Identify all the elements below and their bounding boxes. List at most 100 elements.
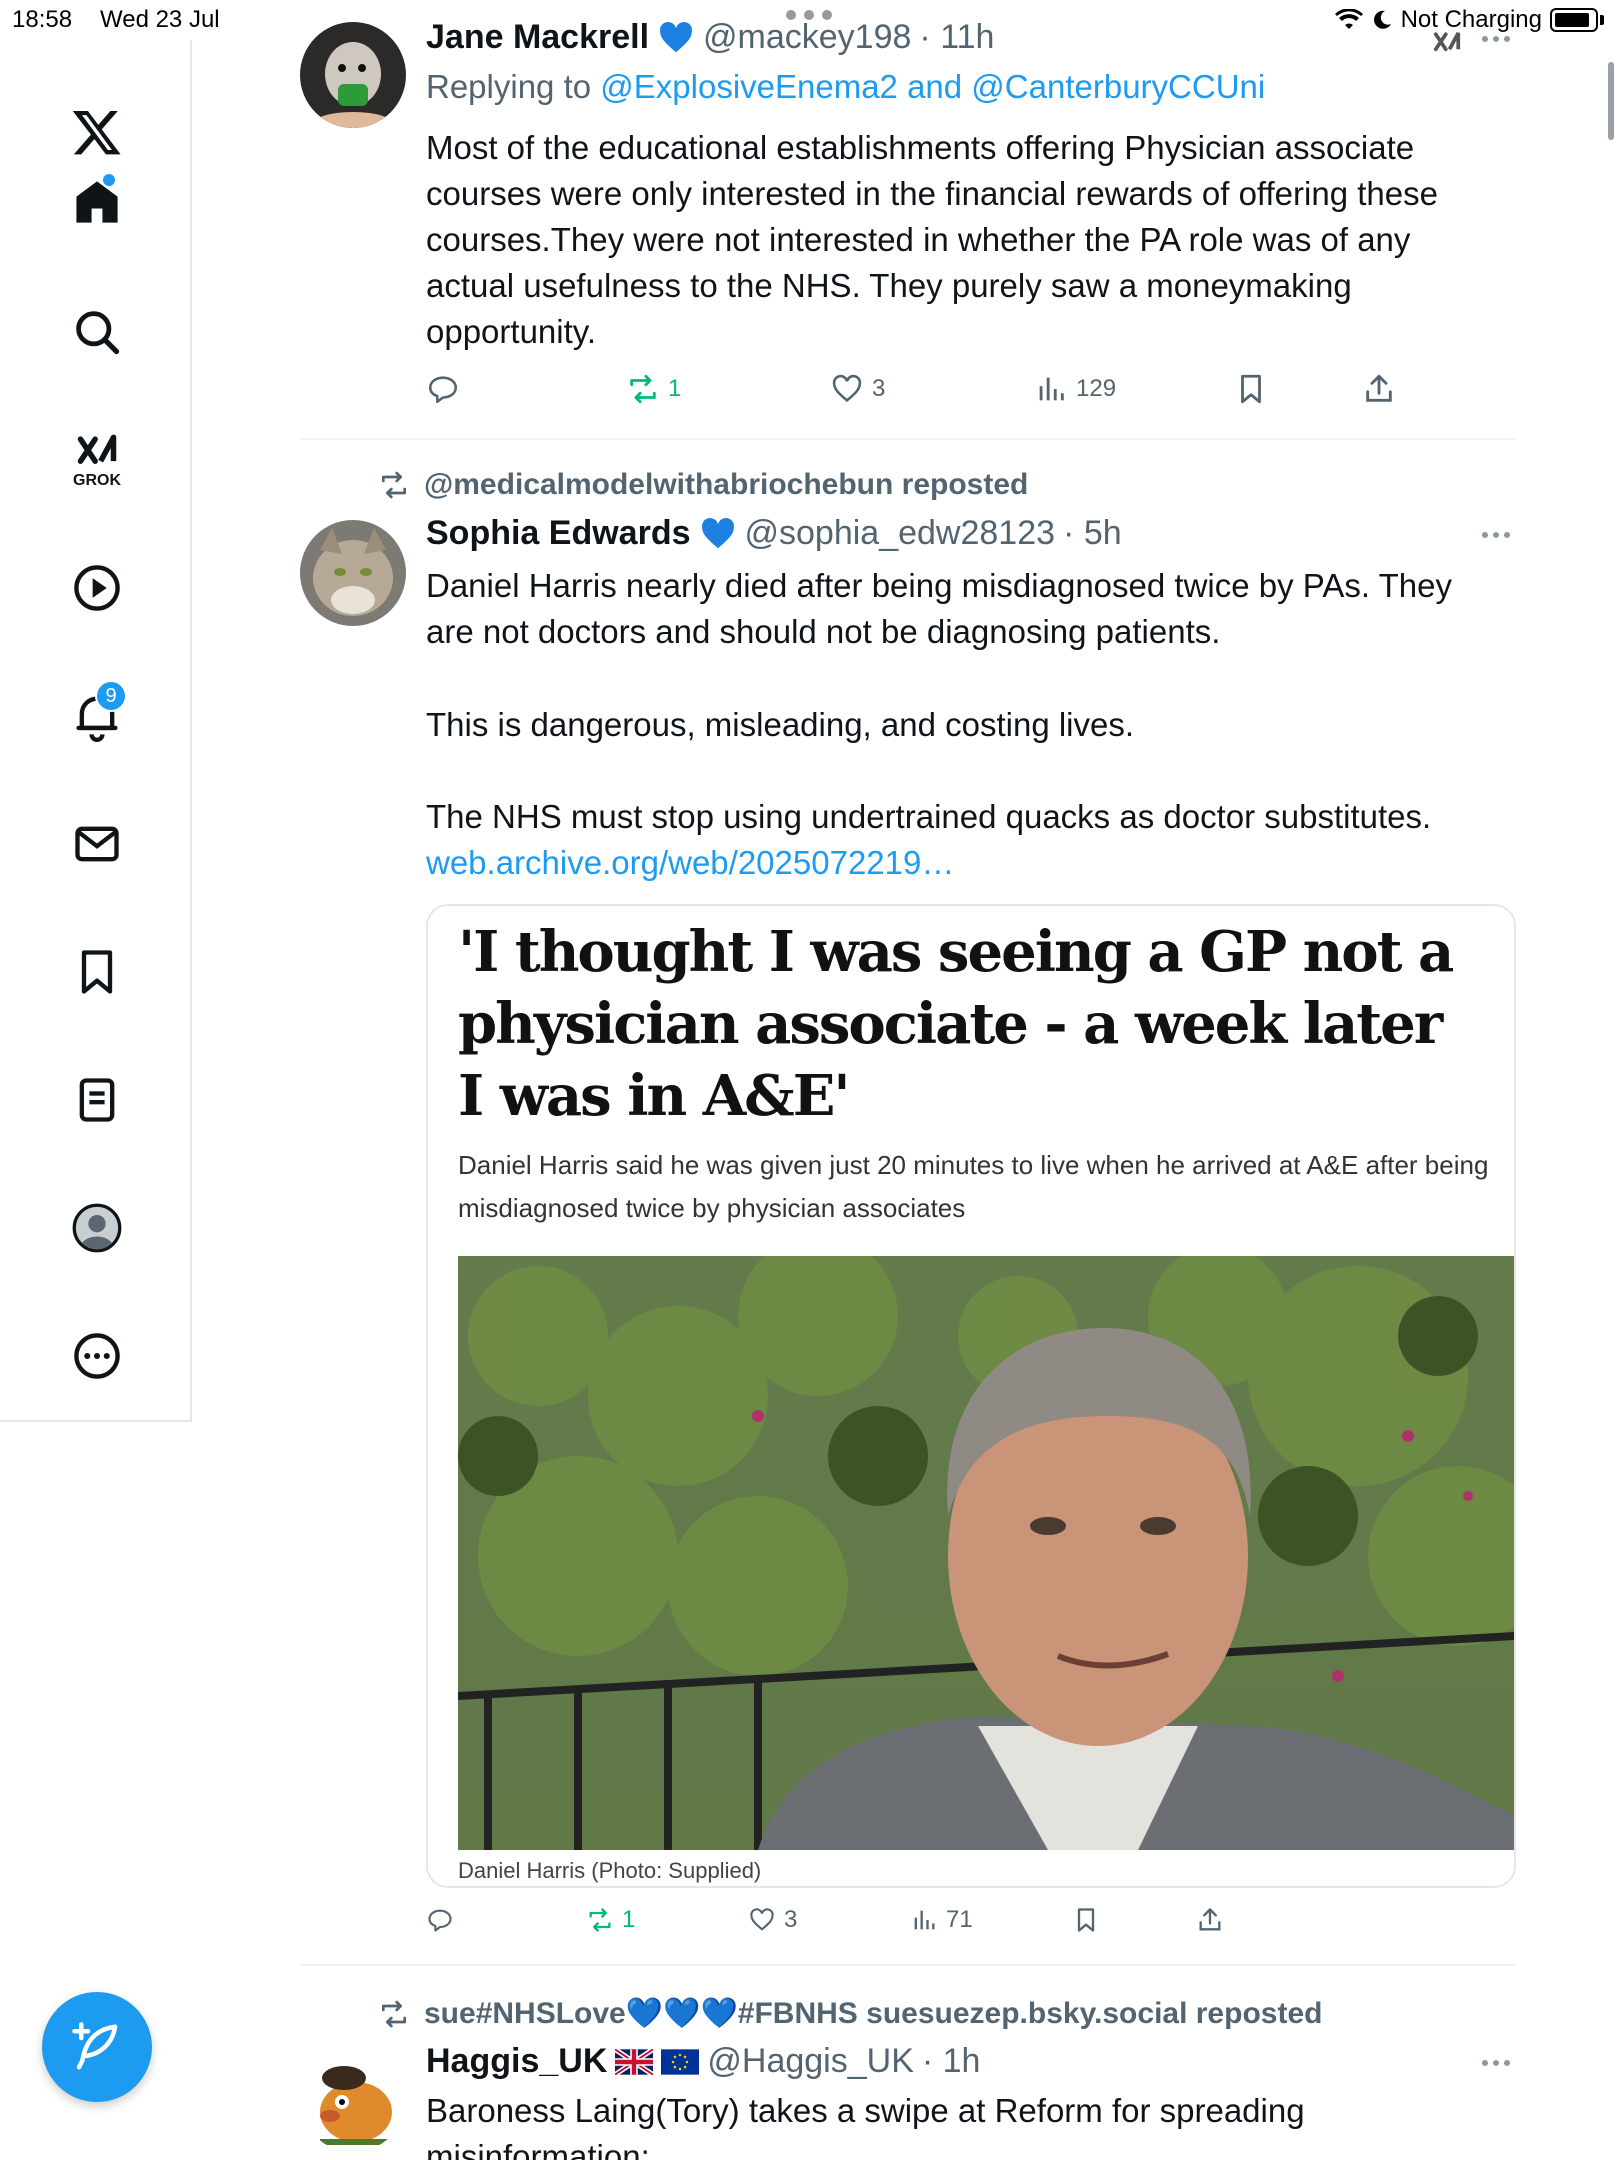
battery-icon bbox=[1550, 8, 1598, 32]
reply-icon bbox=[428, 376, 458, 404]
compose-post-button[interactable] bbox=[42, 1992, 152, 2102]
replying-to: Replying to @ExplosiveEnema2 and @Canter… bbox=[426, 68, 1265, 106]
sidebar-nav: GROK 9 bbox=[0, 40, 192, 1422]
like-button[interactable]: 3 bbox=[748, 1906, 797, 1934]
home-unread-dot bbox=[103, 174, 115, 186]
list-icon bbox=[79, 1078, 115, 1122]
article-link-text[interactable]: web.archive.org/web/2025072219… bbox=[426, 844, 954, 881]
repost-button[interactable]: 1 bbox=[586, 1906, 635, 1934]
author-handle[interactable]: @mackey198 bbox=[703, 18, 911, 57]
share-icon bbox=[1199, 1908, 1221, 1931]
wifi-icon bbox=[1334, 9, 1363, 29]
reply-button[interactable] bbox=[426, 1906, 454, 1934]
avatar-image bbox=[300, 2046, 406, 2152]
author-name[interactable]: Sophia Edwards bbox=[426, 514, 691, 553]
scrollbar[interactable] bbox=[1608, 62, 1614, 140]
repost-icon bbox=[589, 1908, 611, 1932]
notifications-badge: 9 bbox=[95, 680, 127, 712]
nav-profile[interactable] bbox=[55, 1186, 139, 1270]
status-right: Not Charging bbox=[1334, 6, 1604, 34]
reposted-by: sue#NHSLove💙💙💙#FBNHS suesuezep.bsky.soci… bbox=[424, 1997, 1323, 2030]
like-count: 3 bbox=[872, 375, 886, 402]
uk-flag-icon bbox=[615, 2048, 654, 2075]
nav-explore[interactable] bbox=[55, 290, 139, 374]
repost-small-icon bbox=[382, 471, 406, 499]
moon-icon bbox=[1373, 10, 1391, 29]
tweet-header: Haggis_UK @Haggis_UK · 1h bbox=[426, 2042, 980, 2081]
reply-mentions-link[interactable]: @ExplosiveEnema2 and @CanterburyCCUni bbox=[600, 68, 1265, 105]
bookmark-icon bbox=[81, 950, 113, 994]
bookmark-icon bbox=[1077, 1908, 1095, 1932]
avatar[interactable] bbox=[300, 22, 406, 128]
heart-emoji-icon bbox=[701, 517, 734, 548]
views-button[interactable]: 71 bbox=[910, 1906, 973, 1934]
repost-context[interactable]: sue#NHSLove💙💙💙#FBNHS suesuezep.bsky.soci… bbox=[378, 1996, 1322, 2031]
heart-emoji-icon bbox=[660, 21, 693, 52]
reply-icon bbox=[428, 1909, 452, 1932]
eu-flag-icon bbox=[661, 2048, 700, 2075]
status-time: 18:58 bbox=[12, 6, 73, 33]
tweet-text: This is dangerous, misleading, and costi… bbox=[426, 706, 1135, 743]
nav-bookmarks[interactable] bbox=[55, 930, 139, 1014]
views-chart-icon bbox=[1039, 377, 1064, 401]
grok-label: GROK bbox=[73, 472, 121, 489]
search-icon bbox=[76, 311, 120, 355]
repost-small-icon bbox=[382, 2000, 406, 2027]
more-options-icon[interactable] bbox=[1482, 532, 1510, 538]
nav-messages[interactable] bbox=[55, 802, 139, 886]
bookmark-button[interactable] bbox=[1072, 1906, 1100, 1934]
author-handle[interactable]: @Haggis_UK bbox=[707, 2042, 914, 2081]
tweet-header: Jane Mackrell @mackey198 · 11h bbox=[426, 18, 994, 57]
bookmark-button[interactable] bbox=[1234, 372, 1268, 406]
nav-grok[interactable]: GROK bbox=[55, 418, 139, 502]
author-name[interactable]: Jane Mackrell bbox=[426, 18, 649, 57]
nav-home[interactable] bbox=[55, 160, 139, 244]
tweet-text: Most of the educational establishments o… bbox=[426, 129, 1438, 350]
card-photo bbox=[458, 1256, 1514, 1850]
replying-to-label: Replying to bbox=[426, 68, 601, 105]
post-time[interactable]: · 5h bbox=[1063, 514, 1122, 553]
nav-more[interactable] bbox=[55, 1314, 139, 1398]
share-icon bbox=[1366, 374, 1392, 402]
like-button[interactable]: 3 bbox=[830, 372, 885, 406]
article-link[interactable]: web.archive.org/web/2025072219… bbox=[426, 840, 954, 886]
repost-count: 1 bbox=[622, 1906, 636, 1933]
nav-notifications[interactable]: 9 bbox=[55, 674, 139, 758]
more-options-icon[interactable] bbox=[1482, 2060, 1510, 2066]
views-count: 129 bbox=[1076, 375, 1117, 402]
repost-context[interactable]: @medicalmodelwithabriochebun reposted bbox=[378, 468, 1028, 502]
tweet-text: The NHS must stop using undertrained qua… bbox=[426, 798, 1432, 835]
share-button[interactable] bbox=[1196, 1906, 1224, 1934]
more-circle-icon bbox=[74, 1333, 120, 1379]
link-card[interactable]: 'I thought I was seeing a GP not a physi… bbox=[426, 904, 1516, 1888]
views-button[interactable]: 129 bbox=[1034, 372, 1116, 406]
views-chart-icon bbox=[914, 1910, 935, 1930]
tweet-text: Baroness Laing(Tory) takes a swipe at Re… bbox=[426, 2092, 1305, 2129]
author-name[interactable]: Haggis_UK bbox=[426, 2042, 607, 2081]
grok-tweet-icon[interactable] bbox=[1430, 28, 1464, 63]
share-button[interactable] bbox=[1362, 372, 1396, 406]
reply-button[interactable] bbox=[426, 372, 460, 406]
avatar[interactable] bbox=[300, 520, 406, 626]
repost-button[interactable]: 1 bbox=[626, 372, 681, 406]
card-subtitle: Daniel Harris said he was given just 20 … bbox=[458, 1150, 1489, 1223]
more-options-icon[interactable] bbox=[1482, 36, 1510, 42]
battery-tip bbox=[1600, 15, 1604, 25]
avatar[interactable] bbox=[300, 2046, 406, 2152]
tweet-header: Sophia Edwards @sophia_edw28123 · 5h bbox=[426, 514, 1122, 553]
tweet-divider bbox=[300, 1964, 1516, 1966]
x-logo-icon bbox=[72, 110, 121, 155]
status-date: Wed 23 Jul bbox=[100, 6, 220, 33]
repost-count: 1 bbox=[668, 375, 682, 402]
author-handle[interactable]: @sophia_edw28123 bbox=[745, 514, 1056, 553]
charging-status: Not Charging bbox=[1400, 6, 1542, 33]
post-time[interactable]: · 1h bbox=[922, 2042, 981, 2081]
card-headline: 'I thought I was seeing a GP not a physi… bbox=[458, 919, 1454, 1129]
nav-video[interactable] bbox=[55, 546, 139, 630]
mail-icon bbox=[75, 826, 119, 862]
grok-small-icon bbox=[1433, 32, 1461, 52]
reposted-by: @medicalmodelwithabriochebun reposted bbox=[424, 468, 1029, 501]
post-time[interactable]: · 11h bbox=[919, 18, 994, 57]
card-caption: Daniel Harris (Photo: Supplied) bbox=[458, 1858, 762, 1883]
nav-lists[interactable] bbox=[55, 1058, 139, 1142]
